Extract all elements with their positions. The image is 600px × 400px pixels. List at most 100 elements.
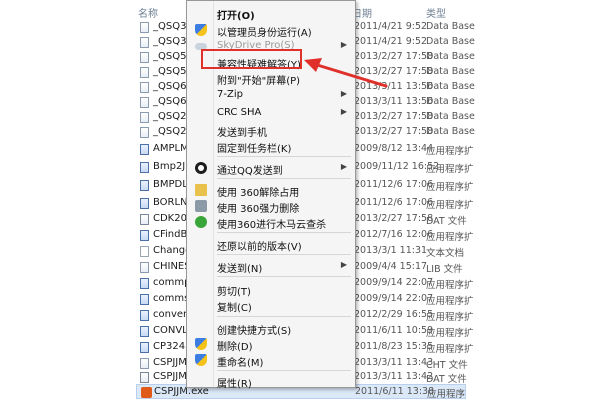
file-date: 2012/2/29 16:55 [354, 309, 434, 320]
file-type: Data Base [426, 21, 475, 32]
dat-file-icon [140, 214, 149, 225]
app-file-icon [140, 278, 149, 289]
app-file-icon [140, 326, 149, 337]
menu-item-label: 固定到任务栏(K) [217, 144, 292, 155]
db-file-icon [140, 37, 149, 48]
file-type: 应用程序扩 [426, 232, 474, 243]
file-type: Data Base [426, 51, 475, 62]
qq-penguin-icon [195, 162, 207, 174]
file-type: Data Base [426, 111, 475, 122]
menu-item-rename[interactable]: 重命名(M) [189, 351, 353, 369]
file-type: 应用程序扩 [426, 280, 474, 291]
app-file-icon [140, 310, 149, 321]
menu-item-label: 打开(O) [217, 11, 255, 22]
file-type: Data Base [426, 96, 475, 107]
menu-item-label: 通过QQ发送到 [217, 166, 283, 177]
file-date: 2011/4/21 9:52 [354, 21, 428, 32]
file-date: 2013/2/27 17:58 [354, 126, 434, 137]
dat-file-icon [140, 372, 149, 383]
folder-icon [195, 184, 207, 196]
menu-separator [217, 232, 351, 233]
file-date: 2011/8/23 15:35 [354, 341, 434, 352]
text-file-icon [140, 246, 149, 257]
file-date: 2009/9/14 22:07 [354, 277, 434, 288]
file-date: 2011/4/21 9:52 [354, 36, 428, 47]
menu-item-label: 发送到(N) [217, 264, 263, 275]
file-type: 应用程序扩 [426, 328, 474, 339]
app-file-icon [140, 198, 149, 209]
file-type: DAT 文件 [426, 374, 467, 385]
file-name: CSPJJM [153, 357, 187, 368]
file-date: 2009/9/14 22:07 [354, 293, 434, 304]
menu-item-open[interactable]: 打开(O) [189, 4, 353, 22]
file-type: CHT 文件 [426, 360, 468, 371]
menu-item-crc-sha[interactable]: CRC SHA ▶ [189, 104, 353, 122]
uac-shield-icon [195, 338, 207, 350]
menu-item-label: 附到"开始"屏幕(P) [217, 76, 301, 87]
file-date: 2013/3/11 13:43 [354, 357, 434, 368]
file-type: Data Base [426, 66, 475, 77]
submenu-arrow-icon: ▶ [340, 107, 347, 116]
file-type: 应用程序扩 [426, 344, 474, 355]
app-file-icon [140, 180, 149, 191]
file-type: 文本文档 [426, 248, 465, 259]
menu-item-label: CRC SHA [217, 107, 262, 118]
app-file-icon [140, 162, 149, 173]
menu-item-copy[interactable]: 复制(C) [189, 296, 353, 314]
file-type: 应用程序扩 [426, 182, 474, 193]
menu-item-restore-previous[interactable]: 还原以前的版本(V) [189, 235, 353, 253]
app-file-icon [140, 144, 149, 155]
annotation-arrow-icon [304, 58, 388, 88]
file-date: 2013/3/11 13:56 [354, 96, 434, 107]
file-date: 2013/3/11 13:42 [354, 371, 434, 382]
file-name: AMPLM [153, 143, 189, 154]
file-date: 2009/4/4 15:17 [354, 261, 428, 272]
file-type: Data Base [426, 126, 475, 137]
menu-item-pin-to-taskbar[interactable]: 固定到任务栏(K) [189, 137, 353, 155]
file-date: 2013/3/1 11:31 [354, 245, 428, 256]
file-type: 应用程序 [427, 389, 466, 400]
submenu-arrow-icon: ▶ [340, 162, 347, 171]
menu-item-360-trojan-scan[interactable]: 使用360进行木马云查杀 [189, 213, 353, 231]
submenu-arrow-icon: ▶ [340, 260, 347, 269]
db-file-icon [140, 67, 149, 78]
menu-item-properties[interactable]: 属性(R) [189, 372, 353, 390]
menu-item-label: 7-Zip [217, 89, 243, 100]
file-date: 2013/2/27 17:58 [354, 111, 434, 122]
menu-item-label: 使用360进行木马云查杀 [217, 220, 327, 231]
file-date: 2011/12/6 17:06 [354, 197, 434, 208]
menu-item-label: 重命名(M) [217, 358, 264, 369]
menu-item-send-to[interactable]: 发送到(N) ▶ [189, 257, 353, 275]
file-type: 应用程序扩 [426, 200, 474, 211]
file-date: 2009/8/12 13:44 [354, 143, 434, 154]
file-name: commp [153, 277, 191, 288]
column-header-type[interactable]: 类型 [426, 5, 446, 20]
db-file-icon [140, 97, 149, 108]
menu-item-label: 复制(C) [217, 303, 252, 314]
file-type: 应用程序扩 [426, 296, 474, 307]
menu-separator [217, 156, 351, 157]
menu-separator [217, 254, 351, 255]
submenu-arrow-icon: ▶ [340, 89, 347, 98]
file-name: CHINES [153, 261, 191, 272]
annotation-highlight-box [201, 49, 302, 69]
column-header-name[interactable]: 名称 [138, 5, 158, 20]
file-type: 应用程序扩 [426, 146, 474, 157]
menu-separator [217, 370, 351, 371]
menu-separator [217, 276, 351, 277]
file-date: 2011/6/11 13:38 [355, 386, 435, 397]
file-date: 2012/7/16 12:06 [354, 229, 434, 240]
file-type: 应用程序扩 [426, 312, 474, 323]
menu-item-send-via-qq[interactable]: 通过QQ发送到 ▶ [189, 159, 353, 177]
menu-separator [217, 316, 351, 317]
file-name: CFindBl [153, 229, 191, 240]
cht-file-icon [140, 358, 149, 369]
shredder-icon [195, 200, 207, 212]
app-file-icon [140, 294, 149, 305]
menu-separator [217, 178, 351, 179]
uac-shield-icon [195, 354, 207, 366]
file-date: 2011/6/11 10:59 [354, 325, 434, 336]
app-file-icon [140, 230, 149, 241]
db-file-icon [140, 127, 149, 138]
menu-item-label: 还原以前的版本(V) [217, 242, 302, 253]
